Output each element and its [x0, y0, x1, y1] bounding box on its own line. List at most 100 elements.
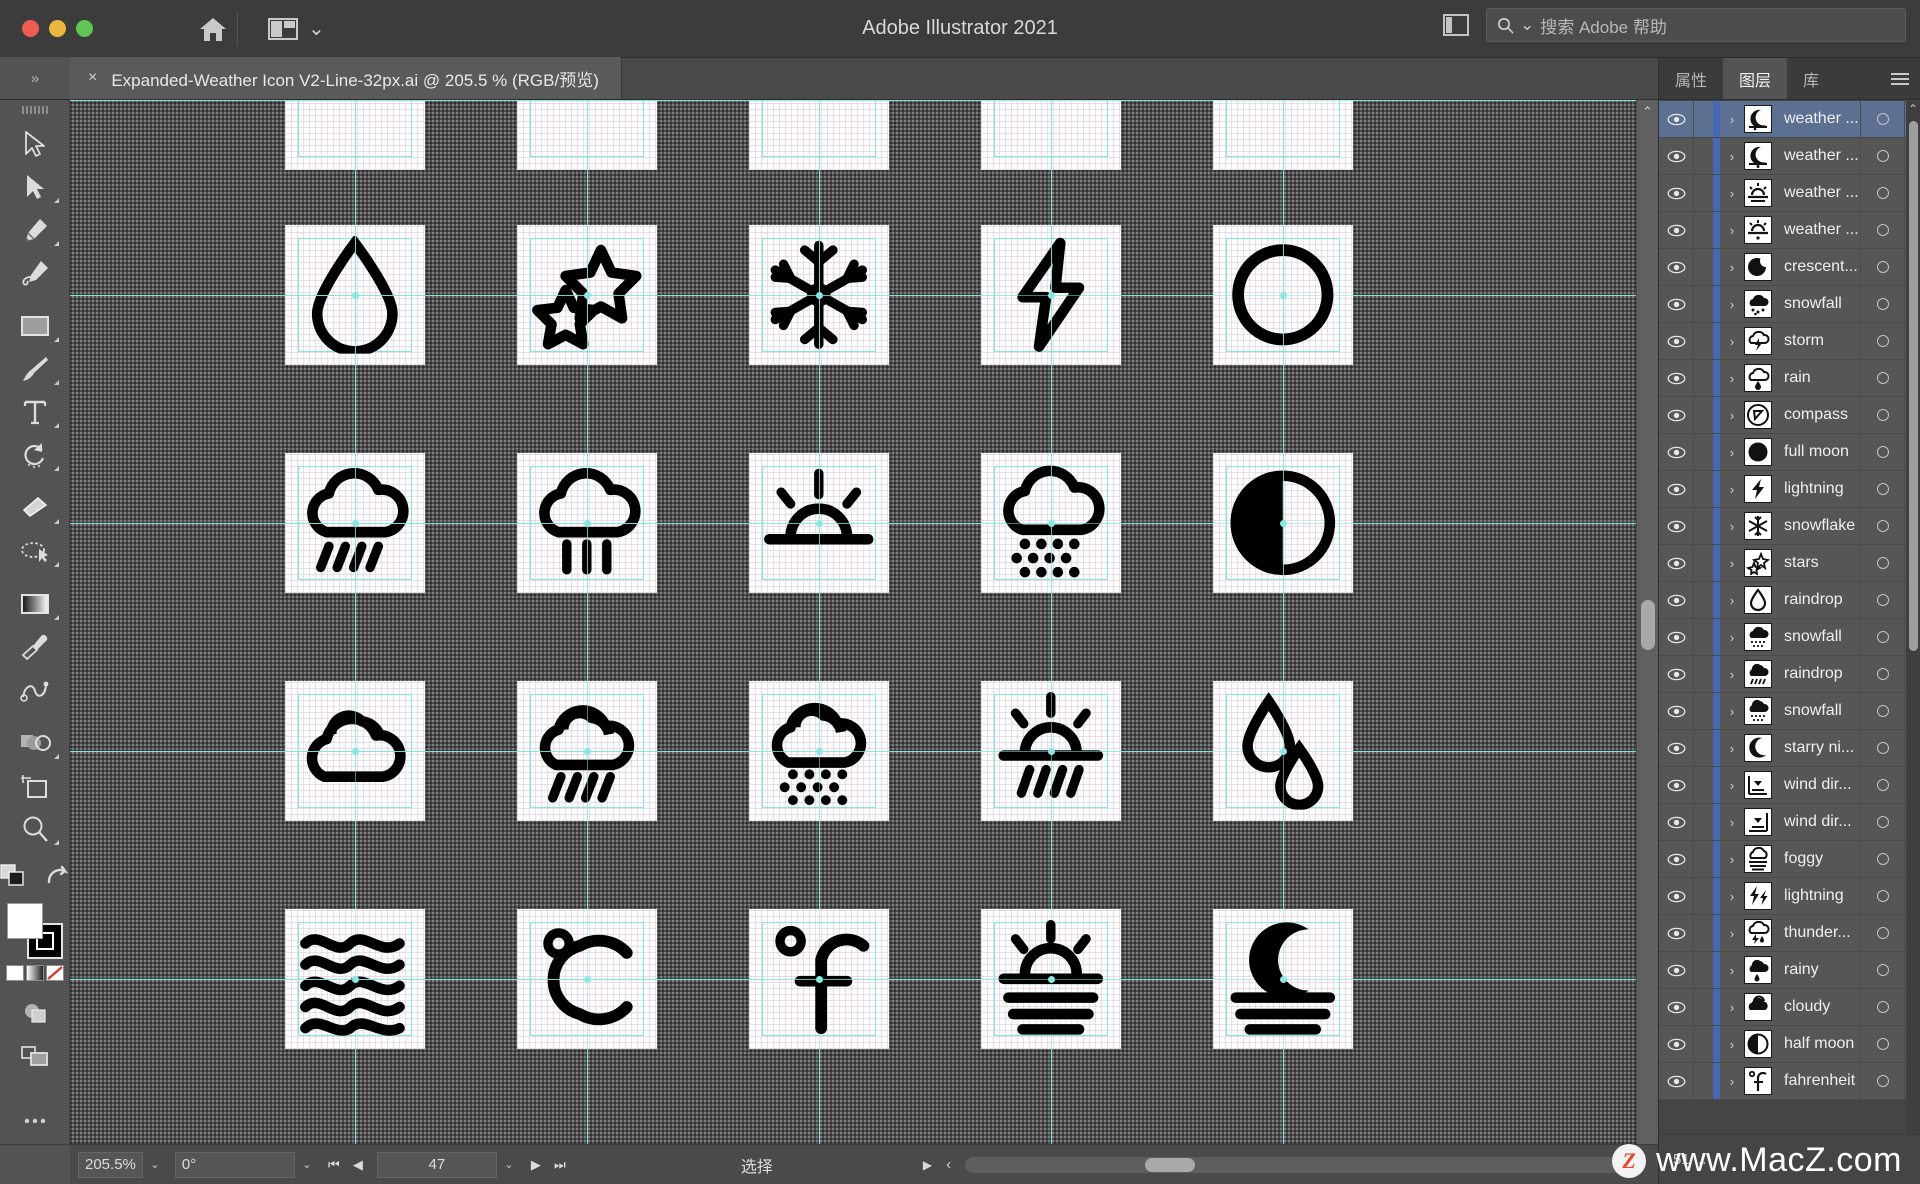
rotate-tool[interactable]	[6, 433, 64, 476]
layer-target-toggle[interactable]	[1860, 915, 1904, 951]
layer-row[interactable]: › weather ...	[1659, 175, 1920, 212]
layer-visibility-toggle[interactable]	[1659, 372, 1693, 385]
canvas-scroll-thumb[interactable]	[1641, 600, 1655, 650]
layer-lock-cell[interactable]	[1693, 323, 1713, 359]
layer-target-toggle[interactable]	[1860, 508, 1904, 544]
layer-expand-icon[interactable]: ›	[1720, 741, 1744, 756]
layer-target-toggle[interactable]	[1860, 656, 1904, 692]
layer-row[interactable]: › cloudy	[1659, 989, 1920, 1026]
layers-scroll-up-icon[interactable]: ⌃	[1906, 101, 1920, 117]
layer-visibility-toggle[interactable]	[1659, 224, 1693, 237]
layer-lock-cell[interactable]	[1693, 767, 1713, 803]
layer-target-toggle[interactable]	[1860, 434, 1904, 470]
layer-lock-cell[interactable]	[1693, 434, 1713, 470]
hscroll-left-icon[interactable]: ‹	[946, 1156, 951, 1173]
layer-expand-icon[interactable]: ›	[1720, 630, 1744, 645]
close-window-button[interactable]	[22, 20, 39, 37]
blend-tool[interactable]	[6, 668, 64, 711]
gradient-tool[interactable]	[6, 582, 64, 625]
layer-lock-cell[interactable]	[1693, 249, 1713, 285]
layer-expand-icon[interactable]: ›	[1720, 519, 1744, 534]
layer-row[interactable]: › lightning	[1659, 471, 1920, 508]
rotation-field[interactable]: 0°	[174, 1151, 295, 1178]
layer-expand-icon[interactable]: ›	[1720, 1074, 1744, 1089]
drawing-mode-button[interactable]	[6, 991, 64, 1034]
layer-row[interactable]: › raindrop	[1659, 582, 1920, 619]
layer-row[interactable]: › half moon	[1659, 1026, 1920, 1063]
layer-visibility-toggle[interactable]	[1659, 631, 1693, 644]
layer-target-toggle[interactable]	[1860, 138, 1904, 174]
layer-target-toggle[interactable]	[1860, 286, 1904, 322]
layer-target-toggle[interactable]	[1860, 767, 1904, 803]
layer-target-toggle[interactable]	[1860, 804, 1904, 840]
layer-expand-icon[interactable]: ›	[1720, 1037, 1744, 1052]
layer-lock-cell[interactable]	[1693, 1026, 1713, 1062]
tab-layers[interactable]: 图层	[1723, 58, 1788, 99]
document-tab[interactable]: × Expanded-Weather Icon V2-Line-32px.ai …	[70, 57, 622, 99]
horizontal-scrollbar[interactable]	[965, 1156, 1628, 1173]
minimize-window-button[interactable]	[49, 20, 66, 37]
layer-target-toggle[interactable]	[1860, 619, 1904, 655]
layer-visibility-toggle[interactable]	[1659, 594, 1693, 607]
direct-selection-tool[interactable]	[6, 165, 64, 208]
layer-lock-cell[interactable]	[1693, 360, 1713, 396]
tab-properties[interactable]: 属性	[1659, 58, 1723, 99]
layer-target-toggle[interactable]	[1860, 878, 1904, 914]
layer-row[interactable]: › snowflake	[1659, 508, 1920, 545]
gradient-swatch[interactable]	[25, 965, 44, 981]
color-swatch[interactable]	[5, 965, 24, 981]
layer-expand-icon[interactable]: ›	[1720, 889, 1744, 904]
rotation-chevron-icon[interactable]: ⌄	[295, 1158, 319, 1171]
artboard-chevron-icon[interactable]: ⌄	[497, 1158, 521, 1171]
layer-row[interactable]: › snowfall	[1659, 619, 1920, 656]
layer-lock-cell[interactable]	[1693, 952, 1713, 988]
layer-row[interactable]: › weather ...	[1659, 101, 1920, 138]
layer-visibility-toggle[interactable]	[1659, 1075, 1693, 1088]
layer-row[interactable]: › fahrenheit	[1659, 1063, 1920, 1100]
rectangle-tool[interactable]	[6, 304, 64, 347]
layer-visibility-toggle[interactable]	[1659, 668, 1693, 681]
zoom-level-field[interactable]: 205.5%	[78, 1151, 143, 1178]
layer-expand-icon[interactable]: ›	[1720, 963, 1744, 978]
layer-row[interactable]: › foggy	[1659, 841, 1920, 878]
layer-target-toggle[interactable]	[1860, 952, 1904, 988]
panel-menu-button[interactable]	[1880, 58, 1920, 99]
layer-visibility-toggle[interactable]	[1659, 557, 1693, 570]
layer-target-toggle[interactable]	[1860, 471, 1904, 507]
layer-lock-cell[interactable]	[1693, 915, 1713, 951]
layer-expand-icon[interactable]: ›	[1720, 815, 1744, 830]
layer-visibility-toggle[interactable]	[1659, 520, 1693, 533]
layer-target-toggle[interactable]	[1860, 1063, 1904, 1099]
layer-lock-cell[interactable]	[1693, 471, 1713, 507]
layer-visibility-toggle[interactable]	[1659, 964, 1693, 977]
layer-visibility-toggle[interactable]	[1659, 705, 1693, 718]
artboard-last-icon[interactable]: ⏭	[549, 1157, 571, 1173]
layer-expand-icon[interactable]: ›	[1720, 482, 1744, 497]
shape-builder-tool[interactable]	[6, 721, 64, 764]
layer-lock-cell[interactable]	[1693, 286, 1713, 322]
layer-expand-icon[interactable]: ›	[1720, 593, 1744, 608]
artboard[interactable]	[70, 100, 1658, 1144]
artboard-next-icon[interactable]: ▶	[525, 1157, 547, 1173]
layer-lock-cell[interactable]	[1693, 101, 1713, 137]
layer-visibility-toggle[interactable]	[1659, 261, 1693, 274]
layer-row[interactable]: › stars	[1659, 545, 1920, 582]
canvas-vertical-scrollbar[interactable]: ⌃	[1636, 100, 1658, 1144]
layer-expand-icon[interactable]: ›	[1720, 704, 1744, 719]
eraser-tool[interactable]	[6, 486, 64, 529]
layer-row[interactable]: › rain	[1659, 360, 1920, 397]
selection-tool[interactable]	[6, 122, 64, 165]
layer-row[interactable]: › wind dir...	[1659, 767, 1920, 804]
layer-target-toggle[interactable]	[1860, 693, 1904, 729]
panel-toggle-button[interactable]	[1438, 11, 1474, 39]
layer-visibility-toggle[interactable]	[1659, 853, 1693, 866]
layer-target-toggle[interactable]	[1860, 101, 1904, 137]
paintbrush-tool[interactable]	[6, 347, 64, 390]
layer-lock-cell[interactable]	[1693, 175, 1713, 211]
layer-target-toggle[interactable]	[1860, 249, 1904, 285]
layer-visibility-toggle[interactable]	[1659, 335, 1693, 348]
layer-row[interactable]: › rainy	[1659, 952, 1920, 989]
layer-target-toggle[interactable]	[1860, 360, 1904, 396]
layer-expand-icon[interactable]: ›	[1720, 149, 1744, 164]
layer-target-toggle[interactable]	[1860, 989, 1904, 1025]
